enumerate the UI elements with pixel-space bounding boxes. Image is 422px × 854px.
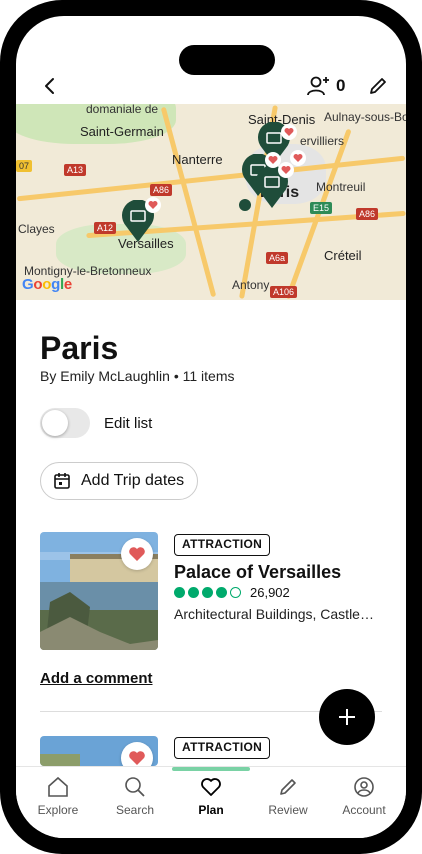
rating-dot-filled <box>216 587 227 598</box>
add-comment-link[interactable]: Add a comment <box>40 670 153 687</box>
tab-label: Review <box>268 803 308 817</box>
chevron-left-icon <box>45 78 54 94</box>
tab-search[interactable]: Search <box>96 775 174 817</box>
active-tab-indicator <box>172 767 250 771</box>
pencil-icon <box>370 78 386 94</box>
tab-plan[interactable]: Plan <box>172 775 250 817</box>
calendar-icon <box>54 473 70 489</box>
trip-map[interactable]: domaniale de Saint-Germain Nanterre Sain… <box>16 104 406 300</box>
tab-label: Plan <box>198 803 224 817</box>
map-label: ervilliers <box>300 134 345 148</box>
edit-list-toggle[interactable] <box>40 408 90 438</box>
edit-list-label: Edit list <box>104 415 153 432</box>
app-screen: 0 domaniale de Saint-Germain Nanterre Sa… <box>16 16 406 838</box>
google-logo: Google <box>22 276 72 293</box>
explore-icon <box>48 776 68 797</box>
road-sign: A12 <box>94 222 117 234</box>
map-label: Créteil <box>324 248 362 263</box>
account-icon <box>354 777 374 797</box>
item-category: Architectural Buildings, Castle… <box>174 606 374 622</box>
page-title: Paris <box>40 330 119 366</box>
tab-account[interactable]: Account <box>325 775 403 817</box>
bottom-navigation: Explore Search Plan Review Account <box>16 766 406 838</box>
add-person-icon <box>307 76 329 96</box>
heart-icon <box>281 124 297 140</box>
tab-label: Account <box>342 803 386 817</box>
tab-explore[interactable]: Explore <box>19 775 97 817</box>
road-sign: A86 <box>356 208 379 220</box>
add-item-button[interactable] <box>319 689 375 745</box>
back-button[interactable] <box>36 72 64 100</box>
review-count: 26,902 <box>250 585 290 600</box>
category-badge: ATTRACTION <box>174 534 271 556</box>
camera-notch <box>179 45 275 75</box>
road-sign: A86 <box>150 184 173 196</box>
rating-dot-empty <box>230 587 241 598</box>
category-badge: ATTRACTION <box>174 737 271 759</box>
map-label: Clayes <box>18 222 55 236</box>
save-heart-button[interactable] <box>121 538 153 570</box>
add-collaborator-button[interactable]: 0 <box>306 72 345 100</box>
tab-review[interactable]: Review <box>249 775 327 817</box>
heart-icon <box>129 547 145 561</box>
search-icon <box>125 777 145 797</box>
collaborator-count: 0 <box>336 76 346 95</box>
map-label: Aulnay-sous-Bo <box>324 110 406 124</box>
rating-dot-filled <box>202 587 213 598</box>
rating-dot-filled <box>188 587 199 598</box>
road-sign: 07 <box>16 160 33 172</box>
add-trip-dates-label: Add Trip dates <box>81 472 185 489</box>
heart-icon <box>129 751 145 765</box>
road-sign: A13 <box>64 164 87 176</box>
toggle-knob <box>42 410 68 436</box>
map-label: Saint-Germain <box>80 124 164 139</box>
add-trip-dates-button[interactable]: Add Trip dates <box>40 462 198 500</box>
map-dot <box>239 199 251 211</box>
plus-icon <box>339 709 355 725</box>
map-label: Antony <box>232 278 270 292</box>
map-label: Montreuil <box>316 180 366 194</box>
rating-dot-filled <box>174 587 185 598</box>
heart-icon <box>145 197 161 213</box>
map-label: Nanterre <box>172 152 223 167</box>
road-sign: A106 <box>270 286 298 298</box>
road-sign: A6a <box>266 252 289 264</box>
item-title[interactable]: Palace of Versailles <box>174 562 341 583</box>
tab-label: Search <box>115 803 155 817</box>
tab-label: Explore <box>37 803 79 817</box>
heart-icon <box>278 162 294 178</box>
rating-bubbles: 26,902 <box>174 585 290 600</box>
map-label: domaniale de <box>86 104 159 116</box>
heart-outline-icon <box>201 778 221 796</box>
pencil-icon <box>280 779 296 795</box>
edit-button[interactable] <box>364 72 392 100</box>
phone-frame: 0 domaniale de Saint-Germain Nanterre Sa… <box>0 0 422 854</box>
list-byline: By Emily McLaughlin • 11 items <box>40 368 235 384</box>
road-sign: E15 <box>310 202 333 214</box>
